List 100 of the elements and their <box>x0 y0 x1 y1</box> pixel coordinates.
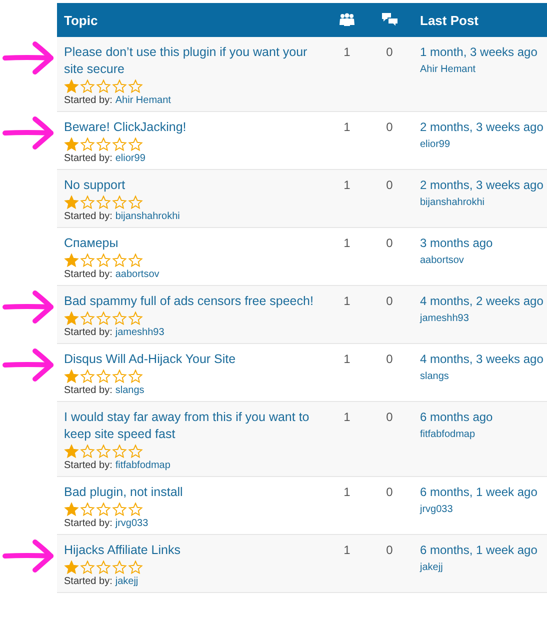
star-icon <box>128 253 143 268</box>
last-author-link[interactable]: elior99 <box>420 139 450 150</box>
last-post-link[interactable]: 2 months, 3 weeks ago <box>420 119 544 136</box>
star-icon <box>96 369 111 384</box>
star-icon <box>128 444 143 459</box>
post-count: 0 <box>385 44 394 61</box>
star-icon <box>64 502 79 517</box>
last-post-link[interactable]: 3 months ago <box>420 235 493 252</box>
author-link[interactable]: aabortsov <box>115 269 160 281</box>
post-count: 0 <box>385 351 394 368</box>
last-post-link[interactable]: 6 months, 1 week ago <box>420 484 538 501</box>
topic-link[interactable]: Hijacks Affiliate Links <box>64 542 180 559</box>
star-icon <box>80 560 95 575</box>
star-icon <box>80 444 95 459</box>
star-icon <box>128 137 143 152</box>
star-icon <box>64 79 79 94</box>
last-post-link[interactable]: 4 months, 2 weeks ago <box>420 293 544 310</box>
last-author-link[interactable]: jrvg033 <box>420 504 453 515</box>
star-icon <box>80 253 95 268</box>
started-by-label: Started by: <box>64 269 112 281</box>
post-count: 0 <box>385 409 394 426</box>
started-by-label: Started by: <box>64 153 112 165</box>
started-by-label: Started by: <box>64 327 112 339</box>
voice-count: 1 <box>342 293 352 310</box>
star-icon <box>80 137 95 152</box>
star-icon <box>64 560 79 575</box>
topic-link[interactable]: Bad spammy full of ads censors free speech! <box>64 293 314 310</box>
started-by-label: Started by: <box>64 385 112 397</box>
author-link[interactable]: jameshh93 <box>115 327 164 339</box>
last-author-link[interactable]: aabortsov <box>420 255 464 266</box>
star-icon <box>96 311 111 326</box>
voice-count: 1 <box>342 351 352 368</box>
author-link[interactable]: elior99 <box>115 153 146 165</box>
started-by-label: Started by: <box>64 460 112 472</box>
started-by-label: Started by: <box>64 576 112 588</box>
last-author-link[interactable]: bijanshahrokhi <box>420 197 484 208</box>
star-icon <box>64 137 79 152</box>
voice-count: 1 <box>342 44 352 61</box>
star-icon <box>112 195 127 210</box>
author-link[interactable]: bijanshahrokhi <box>115 211 180 223</box>
post-count: 0 <box>385 235 394 252</box>
last-post-link[interactable]: 4 months, 3 weeks ago <box>420 351 544 368</box>
author-link[interactable]: jakejj <box>115 576 138 588</box>
star-icon <box>96 502 111 517</box>
star-icon <box>64 311 79 326</box>
speech-bubbles-icon <box>382 12 398 28</box>
star-icon <box>64 369 79 384</box>
star-icon <box>112 253 127 268</box>
star-icon <box>80 502 95 517</box>
post-count: 0 <box>385 484 394 501</box>
last-post-link[interactable]: 6 months ago <box>420 409 493 426</box>
voice-count: 1 <box>342 177 352 194</box>
star-icon <box>112 137 127 152</box>
star-icon <box>80 195 95 210</box>
last-post-link[interactable]: 6 months, 1 week ago <box>420 542 538 559</box>
started-by-label: Started by: <box>64 95 112 107</box>
star-icon <box>112 79 127 94</box>
star-icon <box>112 560 127 575</box>
star-icon <box>64 195 79 210</box>
last-post-link[interactable]: 1 month, 3 weeks ago <box>420 44 538 61</box>
column-heading: Last Post <box>420 12 479 28</box>
last-author-link[interactable]: fitfabfodmap <box>420 429 476 440</box>
author-link[interactable]: slangs <box>115 385 144 397</box>
voice-count: 1 <box>342 409 352 426</box>
topic-link[interactable]: Please don’t use this plugin if you want your site secure <box>64 44 327 78</box>
post-count: 0 <box>385 542 394 559</box>
last-author-link[interactable]: jameshh93 <box>420 313 469 324</box>
voice-count: 1 <box>342 484 352 501</box>
star-icon <box>128 502 143 517</box>
topic-link[interactable]: No support <box>64 177 126 194</box>
last-author-link[interactable]: Ahir Hemant <box>420 64 476 75</box>
author-link[interactable]: jrvg033 <box>115 518 148 530</box>
star-icon <box>96 137 111 152</box>
star-icon <box>112 444 127 459</box>
topic-link[interactable]: Disqus Will Ad-Hijack Your Site <box>64 351 236 368</box>
topic-link[interactable]: Спамеры <box>64 235 118 252</box>
star-icon <box>80 369 95 384</box>
column-heading: Topic <box>64 12 98 28</box>
topic-link[interactable]: Bad plugin, not install <box>64 484 183 501</box>
last-post-link[interactable]: 2 months, 3 weeks ago <box>420 177 544 194</box>
people-icon <box>339 13 355 27</box>
star-icon <box>80 311 95 326</box>
last-author-link[interactable]: jakejj <box>420 562 443 573</box>
star-icon <box>80 79 95 94</box>
star-icon <box>128 195 143 210</box>
topic-link[interactable]: Beware! ClickJacking! <box>64 119 186 136</box>
star-icon <box>112 311 127 326</box>
star-icon <box>128 79 143 94</box>
started-by-label: Started by: <box>64 518 112 530</box>
topic-link[interactable]: I would stay far away from this if you want to keep site speed fast <box>64 409 327 443</box>
voice-count: 1 <box>342 119 352 136</box>
post-count: 0 <box>385 177 394 194</box>
star-icon <box>112 502 127 517</box>
voice-count: 1 <box>342 542 352 559</box>
star-icon <box>128 369 143 384</box>
star-icon <box>64 444 79 459</box>
last-author-link[interactable]: slangs <box>420 371 449 382</box>
star-icon <box>96 444 111 459</box>
author-link[interactable]: fitfabfodmap <box>115 460 170 472</box>
author-link[interactable]: Ahir Hemant <box>115 95 171 107</box>
